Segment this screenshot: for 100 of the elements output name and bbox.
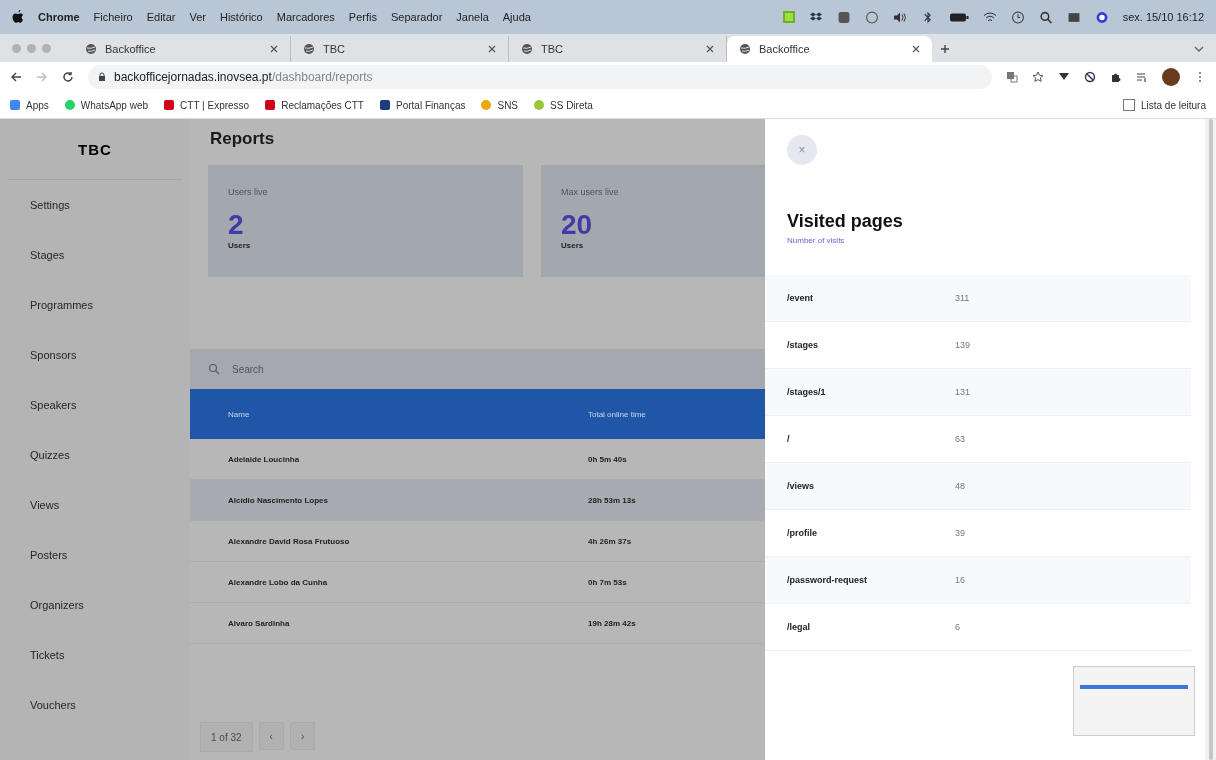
scrollbar[interactable] <box>1205 119 1216 760</box>
menu-item[interactable]: Separador <box>390 11 443 23</box>
page-title: Reports <box>210 129 276 149</box>
sidebar-item[interactable]: Settings <box>0 180 190 230</box>
lock-icon <box>98 72 106 82</box>
close-icon[interactable] <box>912 45 920 53</box>
stat-value: 2 <box>228 211 244 239</box>
column-header[interactable]: Name <box>190 409 588 419</box>
address-field[interactable]: backofficejornadas.inovsea.pt/dashboard/reports <box>88 65 992 89</box>
table-cell-text: 0h 7m 53s <box>588 577 628 587</box>
table-cell: 39 <box>955 528 965 538</box>
table-cell-text: /stages/1 <box>786 387 827 397</box>
close-icon[interactable] <box>488 45 496 53</box>
table-cell-text: / <box>786 434 791 444</box>
table-row[interactable]: Alvaro Sardinha 19h 28m 42s <box>190 603 765 644</box>
app-menu[interactable]: Chrome <box>38 11 80 23</box>
table-cell: 311 <box>955 293 970 303</box>
browser-tab[interactable]: Backoffice <box>727 36 932 62</box>
sidebar-item[interactable]: Quizzes <box>0 430 190 480</box>
search-icon[interactable] <box>1038 10 1053 24</box>
sidebar-item[interactable]: Views <box>0 480 190 530</box>
stat-unit: Users <box>561 241 584 250</box>
sidebar-item[interactable]: Organizers <box>0 580 190 630</box>
bookmark-link[interactable]: WhatsApp web <box>64 99 149 111</box>
table-cell-text: /profile <box>786 528 818 538</box>
menu-item[interactable]: Histórico <box>219 11 263 23</box>
sidebar-item[interactable]: Tickets <box>0 630 190 680</box>
globe-icon <box>85 43 97 55</box>
avatar[interactable] <box>1162 68 1180 86</box>
sidebar-item[interactable]: Stages <box>0 230 190 280</box>
drawer-title: Visited pages <box>787 211 904 232</box>
table-row[interactable]: Alexandre David Rosa Frutuoso 4h 26m 37s <box>190 521 765 562</box>
menu-item[interactable]: Ficheiro <box>93 11 133 23</box>
logo-text: TBC <box>8 119 182 180</box>
next-page-button[interactable]: › <box>289 722 316 750</box>
previous-page-button[interactable]: ‹ <box>258 722 284 750</box>
table-cell-text: 0h 5m 40s <box>588 454 628 464</box>
drawer-subtitle: Number of visits <box>787 236 846 245</box>
sidebar-item[interactable]: Sponsors <box>0 330 190 380</box>
close-icon[interactable] <box>706 45 714 53</box>
reload-icon[interactable] <box>62 71 74 83</box>
speaker-icon[interactable] <box>892 10 907 24</box>
apple-logo-icon[interactable] <box>12 10 24 24</box>
table-cell-text: /views <box>786 481 816 491</box>
bookmark-link[interactable]: SS Direta <box>534 99 593 111</box>
globe-icon <box>739 43 751 55</box>
star-icon[interactable] <box>1032 71 1044 83</box>
screenshot-thumbnail[interactable] <box>1073 666 1195 736</box>
circle-icon[interactable] <box>1094 10 1109 24</box>
menu-item[interactable]: Janela <box>456 11 489 23</box>
bookmark-link[interactable]: Reclamações CTT <box>265 99 364 111</box>
block-icon[interactable] <box>1084 71 1096 83</box>
stat-label: Users live <box>228 187 268 197</box>
menu-item[interactable]: Marcadores <box>276 11 335 23</box>
bookmark-link[interactable]: SNS <box>481 99 519 111</box>
new-tab-icon[interactable] <box>940 44 950 54</box>
table-row[interactable]: Alcídio Nascimento Lopes 28h 53m 13s <box>190 480 765 521</box>
table-row[interactable]: Alexandre Lobo da Cunha 0h 7m 53s <box>190 562 765 603</box>
back-arrow-icon[interactable] <box>10 71 22 83</box>
sidebar-item[interactable]: Programmes <box>0 280 190 330</box>
translate-icon[interactable] <box>1006 71 1018 83</box>
wifi-icon[interactable] <box>982 10 997 24</box>
chevron-down-icon[interactable] <box>1194 46 1204 52</box>
sidebar-item[interactable]: Vouchers <box>0 680 190 730</box>
globe-icon <box>303 43 315 55</box>
table-cell-text: Adelaide Loucinha <box>227 454 301 464</box>
table-cell-text: /stages <box>786 340 820 350</box>
table-cell: 16 <box>955 575 965 585</box>
app-icon[interactable] <box>836 10 851 24</box>
table-cell: 6 <box>955 622 960 632</box>
menu-item[interactable]: Editar <box>146 11 176 23</box>
sidebar-item[interactable]: Speakers <box>0 380 190 430</box>
menu-item[interactable]: Perfis <box>348 11 377 23</box>
search-field[interactable]: Search <box>190 349 765 389</box>
table-cell-text: /legal <box>786 622 811 632</box>
menu-item[interactable]: Ajuda <box>502 11 531 23</box>
bookmark-link[interactable]: Apps <box>10 99 49 111</box>
stat-label: Max users live <box>561 187 619 197</box>
puzzle-icon[interactable] <box>1110 71 1122 83</box>
table-cell: 131 <box>955 387 971 397</box>
sidebar-item[interactable]: Posters <box>0 530 190 580</box>
table-cell-text: 4h 26m 37s <box>588 536 633 546</box>
stat-value: 20 <box>561 211 593 239</box>
reading-list-button[interactable]: Lista de leitura <box>1122 99 1206 111</box>
table-cell-text: 19h 28m 42s <box>588 618 637 628</box>
table-cell-text: Alexandre Lobo da Cunha <box>227 577 329 587</box>
table-cell: 139 <box>955 340 971 350</box>
display-icon[interactable] <box>1066 10 1081 24</box>
close-icon[interactable] <box>270 45 278 53</box>
bookmark-link[interactable]: CTT | Expresso <box>164 99 250 111</box>
column-header[interactable]: Total online time <box>588 409 765 419</box>
queue-icon[interactable] <box>1136 71 1148 83</box>
table-cell-text: /event <box>786 293 814 303</box>
search-icon <box>208 363 220 375</box>
menu-item[interactable]: Ver <box>189 11 206 23</box>
clock-icon[interactable] <box>1010 10 1025 24</box>
globe-icon <box>521 43 533 55</box>
table-cell-text: 28h 53m 13s <box>588 495 637 505</box>
bookmark-link[interactable]: Portal Finanças <box>380 99 466 111</box>
clock-text[interactable]: sex. 15/10 16:12 <box>1122 11 1204 23</box>
